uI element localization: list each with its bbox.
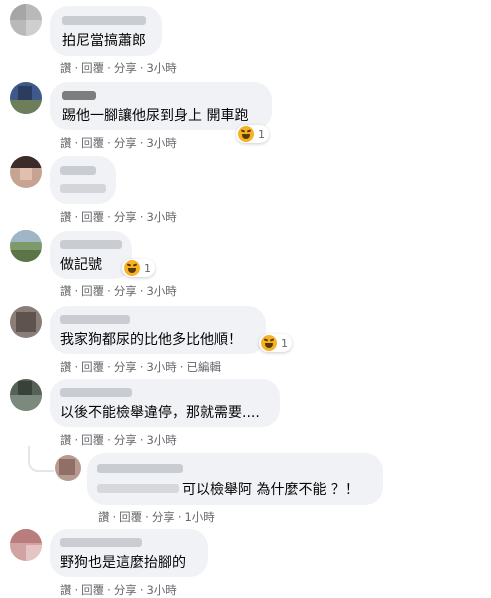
author-name[interactable]	[62, 91, 96, 100]
comment-actions: 讚 · 回覆 · 分享 · 3小時	[60, 136, 177, 150]
author-name[interactable]	[60, 315, 130, 324]
author-name[interactable]	[60, 538, 142, 547]
mention-tag[interactable]	[97, 484, 179, 493]
avatar[interactable]	[10, 230, 42, 262]
reply-button[interactable]: 回覆	[81, 433, 104, 447]
author-name[interactable]	[60, 166, 96, 175]
author-name[interactable]	[60, 388, 132, 397]
comment-actions: 讚 · 回覆 · 分享 · 3小時	[60, 583, 177, 597]
like-button[interactable]: 讚	[60, 210, 72, 224]
author-name[interactable]	[60, 240, 122, 249]
reply-button[interactable]: 回覆	[81, 360, 104, 374]
avatar[interactable]	[10, 379, 42, 411]
comment-time[interactable]: 3小時	[146, 284, 176, 298]
avatar[interactable]	[10, 306, 42, 338]
comment-text: 做記號	[60, 257, 102, 273]
like-button[interactable]: 讚	[60, 284, 72, 298]
comment-text: 以後不能檢舉違停，那就需要....	[60, 405, 260, 421]
like-button[interactable]: 讚	[60, 583, 72, 597]
comment-actions: 讚 · 回覆 · 分享 · 3小時	[60, 61, 177, 75]
share-button[interactable]: 分享	[114, 284, 137, 298]
haha-icon	[124, 260, 140, 276]
comment-actions: 讚 · 回覆 · 分享 · 3小時	[60, 284, 177, 298]
author-name[interactable]	[62, 16, 146, 25]
comment-time[interactable]: 3小時	[146, 583, 176, 597]
comment-time[interactable]: 1小時	[184, 510, 214, 524]
comment-actions: 讚 · 回覆 · 分享 · 3小時	[60, 210, 177, 224]
comment-text: 野狗也是這麼抬腳的	[60, 555, 186, 571]
like-button[interactable]: 讚	[60, 433, 72, 447]
comment-time[interactable]: 3小時	[146, 210, 176, 224]
reply-button[interactable]: 回覆	[81, 61, 104, 75]
reply-thread-line	[28, 446, 54, 472]
comment-text-blurred	[60, 184, 106, 193]
reply-button[interactable]: 回覆	[81, 583, 104, 597]
reaction-count: 1	[281, 336, 288, 350]
reaction-badge[interactable]: 1	[236, 125, 269, 143]
comment-time[interactable]: 3小時	[146, 136, 176, 150]
like-button[interactable]: 讚	[60, 360, 72, 374]
reaction-badge[interactable]: 1	[259, 334, 292, 352]
avatar[interactable]	[10, 82, 42, 114]
comment-time[interactable]: 3小時	[146, 433, 176, 447]
share-button[interactable]: 分享	[114, 61, 137, 75]
reply-button[interactable]: 回覆	[81, 136, 104, 150]
share-button[interactable]: 分享	[152, 510, 175, 524]
share-button[interactable]: 分享	[114, 433, 137, 447]
reaction-count: 1	[144, 261, 151, 275]
haha-icon	[261, 335, 277, 351]
like-button[interactable]: 讚	[98, 510, 110, 524]
reaction-badge[interactable]: 1	[122, 259, 155, 277]
comment-time[interactable]: 3小時	[146, 360, 176, 374]
comment-actions: 讚 · 回覆 · 分享 · 1小時	[98, 510, 215, 524]
edited-label[interactable]: 已編輯	[186, 360, 221, 374]
avatar[interactable]	[10, 156, 42, 188]
reply-button[interactable]: 回覆	[81, 210, 104, 224]
comment-text: 可以檢舉阿 為什麼不能 ？！	[182, 482, 359, 498]
reaction-count: 1	[258, 127, 265, 141]
haha-icon	[238, 126, 254, 142]
comment-text: 踢他一腳讓他尿到身上 開車跑	[62, 108, 249, 124]
comment-actions: 讚 · 回覆 · 分享 · 3小時 · 已編輯	[60, 360, 221, 374]
reply-button[interactable]: 回覆	[119, 510, 142, 524]
comment-actions: 讚 · 回覆 · 分享 · 3小時	[60, 433, 177, 447]
like-button[interactable]: 讚	[60, 136, 72, 150]
share-button[interactable]: 分享	[114, 583, 137, 597]
comment-text: 我家狗都尿的比他多比他順！	[60, 332, 242, 348]
share-button[interactable]: 分享	[114, 136, 137, 150]
avatar[interactable]	[10, 529, 42, 561]
share-button[interactable]: 分享	[114, 210, 137, 224]
reply-button[interactable]: 回覆	[81, 284, 104, 298]
comment-text: 拍尼當搞蕭郎	[62, 33, 146, 49]
avatar[interactable]	[55, 455, 81, 481]
like-button[interactable]: 讚	[60, 61, 72, 75]
comment-time[interactable]: 3小時	[146, 61, 176, 75]
comment-bubble	[50, 156, 116, 204]
author-name[interactable]	[97, 464, 183, 473]
share-button[interactable]: 分享	[114, 360, 137, 374]
avatar[interactable]	[10, 4, 42, 36]
